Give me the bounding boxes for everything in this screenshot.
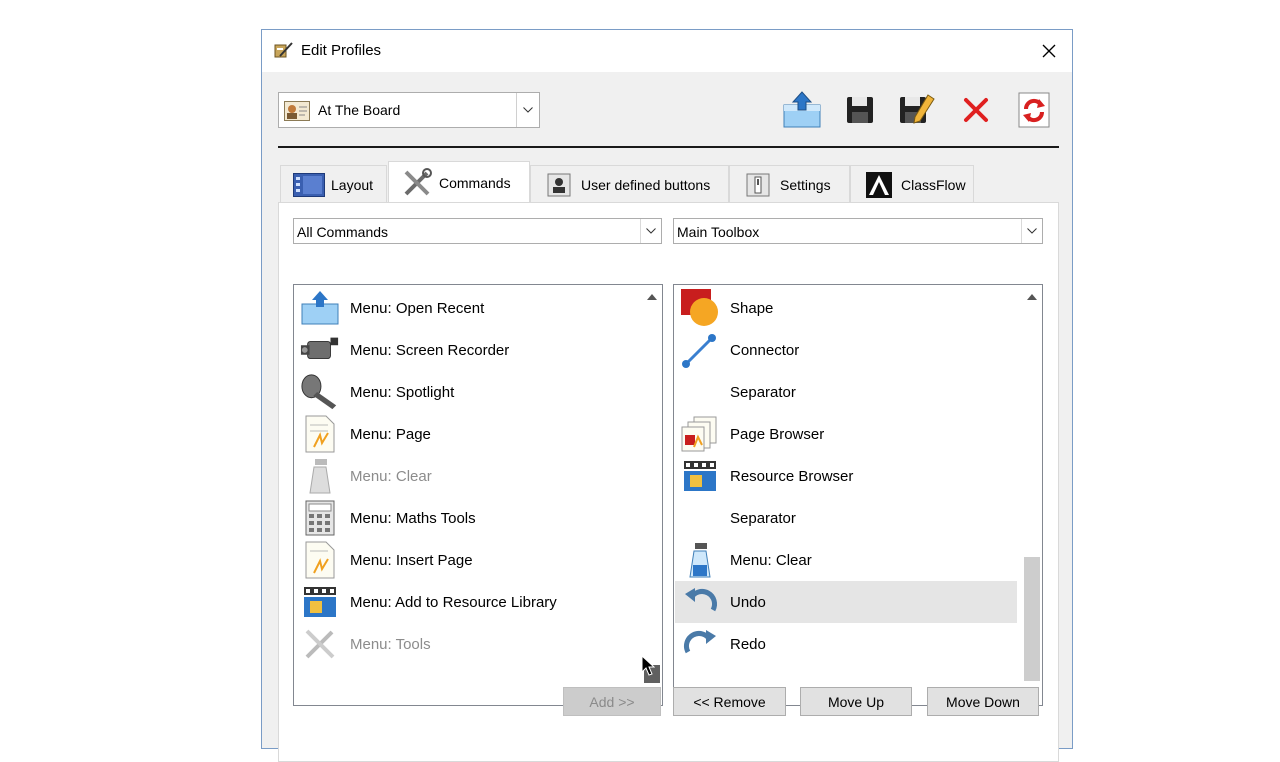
tab-settings-label: Settings — [780, 176, 831, 193]
tab-classflow-label: ClassFlow — [901, 176, 966, 193]
list-item[interactable]: Menu: Page — [294, 413, 638, 455]
settings-icon — [742, 171, 774, 199]
toolbox-dropdown[interactable]: Main Toolbox — [673, 218, 1043, 244]
left-list-scrollbar[interactable] — [642, 285, 662, 705]
scroll-up-arrow-icon[interactable] — [1022, 287, 1042, 307]
commands-panel: All Commands Main Toolbox Menu: Open Rec… — [278, 202, 1059, 762]
close-button[interactable] — [1032, 34, 1066, 68]
open-recent-icon — [300, 287, 340, 329]
tab-user-defined-buttons-label: User defined buttons — [581, 176, 711, 193]
list-item[interactable]: Shape — [674, 287, 1018, 329]
list-item[interactable]: Connector — [674, 329, 1018, 371]
toolbar-divider — [278, 146, 1059, 148]
insert-page-icon — [300, 539, 340, 581]
tab-layout[interactable]: Layout — [280, 165, 387, 203]
list-item[interactable]: Menu: Clear — [294, 455, 638, 497]
tab-user-defined-buttons[interactable]: User defined buttons — [530, 165, 729, 203]
list-item[interactable]: Menu: Tools — [294, 623, 638, 665]
profile-value: At The Board — [318, 102, 401, 118]
connector-icon — [680, 329, 720, 371]
list-item[interactable]: Resource Browser — [674, 455, 1018, 497]
chevron-down-icon[interactable] — [516, 93, 539, 127]
tab-settings[interactable]: Settings — [729, 165, 850, 203]
refresh-icon — [1018, 92, 1050, 128]
list-item[interactable]: Page Browser — [674, 413, 1018, 455]
page-icon — [300, 413, 340, 455]
toolbox-items-list[interactable]: Shape Connector Separator Page Browser R… — [673, 284, 1043, 706]
undo-icon — [681, 581, 721, 623]
scroll-thumb[interactable] — [1024, 557, 1040, 681]
user-button-icon — [543, 171, 575, 199]
chevron-down-icon[interactable] — [640, 219, 661, 243]
move-up-button[interactable]: Move Up — [800, 687, 912, 716]
list-item-selected[interactable]: Undo — [675, 581, 1017, 623]
scroll-up-arrow-icon[interactable] — [642, 287, 662, 307]
command-filter-dropdown[interactable]: All Commands — [293, 218, 662, 244]
close-icon — [1042, 44, 1056, 58]
shape-icon — [680, 287, 720, 329]
list-item[interactable]: Menu: Maths Tools — [294, 497, 638, 539]
save-button[interactable] — [838, 88, 882, 132]
resource-browser-icon — [680, 455, 720, 497]
toolbox-value: Main Toolbox — [677, 224, 760, 240]
right-list-scrollbar[interactable] — [1022, 285, 1042, 705]
list-item[interactable]: Menu: Insert Page — [294, 539, 638, 581]
delete-icon — [964, 98, 988, 122]
add-button[interactable]: Add >> — [563, 687, 661, 716]
app-pen-icon — [274, 41, 294, 59]
window-title: Edit Profiles — [301, 42, 382, 59]
export-profile-button[interactable] — [780, 88, 824, 132]
spray-bottle-icon — [680, 539, 720, 581]
refresh-button[interactable] — [1012, 88, 1056, 132]
list-item[interactable]: Menu: Spotlight — [294, 371, 638, 413]
list-item[interactable]: Separator — [674, 497, 1018, 539]
spotlight-icon — [300, 371, 340, 413]
camcorder-icon — [300, 329, 340, 371]
move-down-button[interactable]: Move Down — [927, 687, 1039, 716]
chevron-down-icon[interactable] — [1021, 219, 1042, 243]
save-as-button[interactable] — [896, 88, 940, 132]
classflow-icon — [863, 171, 895, 199]
layout-icon — [293, 171, 325, 199]
list-item[interactable]: Menu: Clear — [674, 539, 1018, 581]
all-commands-list[interactable]: Menu: Open Recent Menu: Screen Recorder … — [293, 284, 663, 706]
list-item[interactable]: Separator — [674, 371, 1018, 413]
list-item[interactable]: Menu: Add to Resource Library — [294, 581, 638, 623]
edit-profiles-dialog: Edit Profiles At The Board Layout Comman… — [261, 29, 1073, 762]
remove-button[interactable]: << Remove — [673, 687, 786, 716]
calculator-icon — [300, 497, 340, 539]
tab-commands-label: Commands — [439, 174, 511, 191]
list-item[interactable]: Menu: Open Recent — [294, 287, 638, 329]
title-bar[interactable]: Edit Profiles — [262, 30, 1072, 72]
tab-layout-label: Layout — [331, 176, 374, 193]
tab-classflow[interactable]: ClassFlow — [850, 165, 974, 203]
profile-card-icon — [284, 101, 310, 121]
tools-icon — [401, 167, 433, 197]
command-filter-value: All Commands — [297, 224, 389, 240]
scroll-thumb[interactable] — [644, 665, 660, 683]
spray-bottle-icon — [300, 455, 340, 497]
export-profile-icon — [783, 91, 821, 128]
tools-icon — [300, 623, 340, 665]
profile-dropdown[interactable]: At The Board — [278, 92, 540, 128]
redo-icon — [680, 623, 720, 665]
save-icon — [847, 97, 873, 123]
save-as-icon — [900, 94, 935, 124]
tab-commands[interactable]: Commands — [388, 161, 530, 203]
list-item[interactable]: Menu: Screen Recorder — [294, 329, 638, 371]
page-browser-icon — [680, 413, 720, 455]
resource-library-icon — [300, 581, 340, 623]
list-item[interactable]: Redo — [674, 623, 1018, 665]
delete-button[interactable] — [954, 88, 998, 132]
